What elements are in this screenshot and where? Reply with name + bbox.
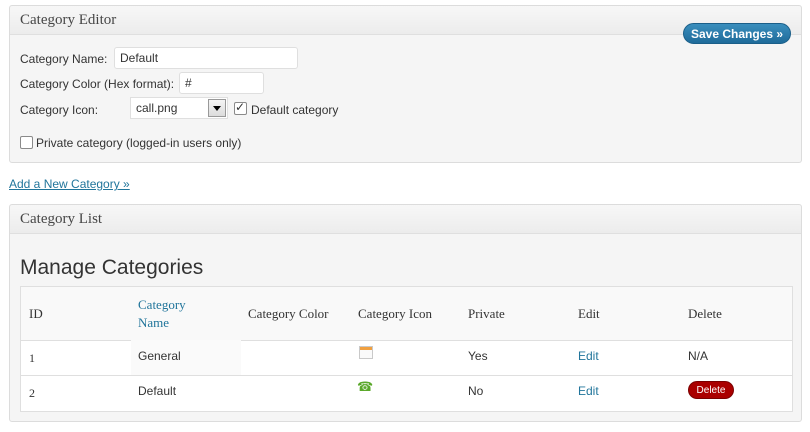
category-icon-select[interactable]: call.png	[130, 97, 228, 119]
table-row: 2 Default ☎ No Edit Delete	[21, 375, 792, 410]
category-name-input[interactable]	[114, 47, 298, 69]
manage-categories-heading: Manage Categories	[20, 256, 204, 279]
save-changes-button[interactable]: Save Changes »	[683, 23, 791, 44]
row-name: Default	[138, 384, 177, 398]
delete-button[interactable]: Delete	[688, 381, 734, 399]
chevron-down-icon[interactable]	[208, 99, 226, 117]
private-category-checkbox[interactable]	[20, 136, 33, 149]
row-private: Yes	[468, 349, 488, 363]
row-private: No	[468, 384, 484, 398]
category-color-input[interactable]	[179, 72, 264, 94]
category-icon-select-value: call.png	[136, 101, 178, 115]
column-id: ID	[29, 306, 43, 321]
table-header: ID Category Name Category Color Category…	[21, 287, 792, 341]
column-delete: Delete	[688, 306, 722, 321]
row-edit-link[interactable]: Edit	[578, 384, 599, 398]
private-category-label: Private category (logged-in users only)	[36, 136, 242, 150]
row-delete-na: N/A	[688, 349, 709, 363]
default-category-label: Default category	[251, 103, 339, 117]
column-category-name-line2[interactable]: Name	[138, 315, 169, 331]
calendar-icon	[359, 346, 373, 359]
row-id: 1	[29, 351, 35, 365]
row-id: 2	[29, 386, 35, 400]
category-list-title: Category List	[10, 205, 801, 234]
row-edit-link[interactable]: Edit	[578, 349, 599, 363]
column-category-name-line1[interactable]: Category	[138, 297, 186, 313]
categories-table: ID Category Name Category Color Category…	[20, 286, 793, 412]
default-category-checkbox[interactable]	[234, 100, 247, 115]
table-row: 1 General Yes Edit N/A	[21, 340, 792, 376]
add-new-category-link[interactable]: Add a New Category »	[9, 177, 130, 191]
category-color-label: Category Color (Hex format):	[20, 77, 175, 91]
row-name: General	[138, 349, 181, 363]
phone-icon: ☎	[357, 380, 374, 395]
category-name-label: Category Name:	[20, 52, 108, 66]
column-private: Private	[468, 306, 505, 321]
column-edit: Edit	[578, 306, 600, 321]
category-icon-label: Category Icon:	[20, 103, 99, 117]
column-category-color: Category Color	[248, 306, 329, 321]
column-category-icon: Category Icon	[358, 306, 433, 321]
